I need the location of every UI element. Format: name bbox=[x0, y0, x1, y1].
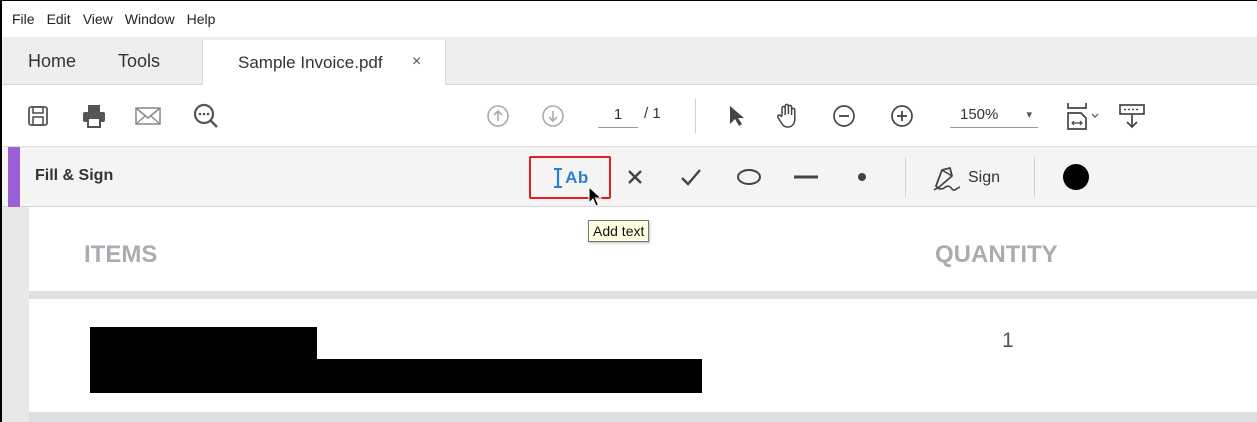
color-circle-icon[interactable] bbox=[1060, 159, 1092, 195]
zoom-out-icon[interactable] bbox=[828, 100, 860, 132]
fit-page-icon[interactable] bbox=[1060, 100, 1108, 132]
page-up-icon[interactable] bbox=[482, 100, 514, 132]
sign-label: Sign bbox=[968, 169, 1001, 186]
search-icon[interactable] bbox=[190, 100, 222, 132]
tab-home[interactable]: Home bbox=[28, 51, 76, 72]
tab-close-icon[interactable]: × bbox=[412, 53, 421, 71]
redaction-block bbox=[90, 359, 702, 393]
menu-window[interactable]: Window bbox=[125, 11, 175, 27]
fill-sign-divider bbox=[905, 157, 906, 197]
menu-view[interactable]: View bbox=[83, 11, 113, 27]
quantity-header: QUANTITY bbox=[935, 241, 1058, 268]
mouse-cursor-icon bbox=[588, 185, 603, 213]
fill-sign-title: Fill & Sign bbox=[35, 167, 114, 184]
fill-sign-bar: Fill & Sign Ab Sign bbox=[2, 147, 1257, 207]
tab-tools[interactable]: Tools bbox=[118, 51, 160, 72]
sign-button[interactable]: Sign bbox=[930, 161, 1000, 195]
fill-sign-divider bbox=[1034, 157, 1035, 197]
sign-pen-icon bbox=[933, 167, 961, 191]
fill-sign-accent bbox=[8, 147, 20, 207]
tab-bar: Home Tools Sample Invoice.pdf × bbox=[2, 37, 1257, 86]
save-icon[interactable] bbox=[22, 100, 54, 132]
scroll-mode-icon[interactable] bbox=[1116, 100, 1148, 132]
add-text-tooltip: Add text bbox=[588, 220, 650, 242]
add-text-label: Ab bbox=[565, 167, 589, 187]
page-total: / 1 bbox=[644, 105, 661, 122]
table-divider bbox=[29, 291, 1257, 299]
current-page-input[interactable]: 1 bbox=[598, 102, 638, 128]
zoom-in-icon[interactable] bbox=[886, 100, 918, 132]
hand-icon[interactable] bbox=[772, 100, 804, 132]
text-cursor-icon bbox=[554, 167, 563, 188]
chevron-down-icon: ▾ bbox=[1026, 109, 1032, 121]
select-pointer-icon[interactable] bbox=[720, 100, 752, 132]
line-icon[interactable] bbox=[790, 159, 822, 195]
email-icon[interactable] bbox=[132, 100, 164, 132]
ellipse-icon[interactable] bbox=[734, 159, 764, 195]
cross-icon[interactable] bbox=[622, 159, 648, 195]
menu-bar: File Edit View Window Help bbox=[2, 1, 1257, 37]
menu-file[interactable]: File bbox=[12, 11, 35, 27]
menu-edit[interactable]: Edit bbox=[47, 11, 71, 27]
items-header: ITEMS bbox=[84, 241, 158, 268]
main-toolbar: 1 / 1 150% ▾ bbox=[2, 85, 1257, 147]
menu-help[interactable]: Help bbox=[187, 11, 216, 27]
redaction-block bbox=[90, 327, 317, 362]
dot-icon[interactable] bbox=[852, 159, 872, 195]
page-down-icon[interactable] bbox=[537, 100, 569, 132]
checkmark-icon[interactable] bbox=[678, 159, 704, 195]
row-quantity: 1 bbox=[1002, 329, 1014, 352]
print-icon[interactable] bbox=[78, 100, 110, 132]
toolbar-divider bbox=[695, 99, 696, 133]
zoom-select[interactable]: 150% ▾ bbox=[950, 102, 1038, 128]
table-divider bbox=[29, 412, 1257, 422]
zoom-value: 150% bbox=[960, 106, 999, 123]
tab-document[interactable]: Sample Invoice.pdf × bbox=[202, 40, 446, 86]
tab-document-label: Sample Invoice.pdf bbox=[238, 53, 383, 72]
